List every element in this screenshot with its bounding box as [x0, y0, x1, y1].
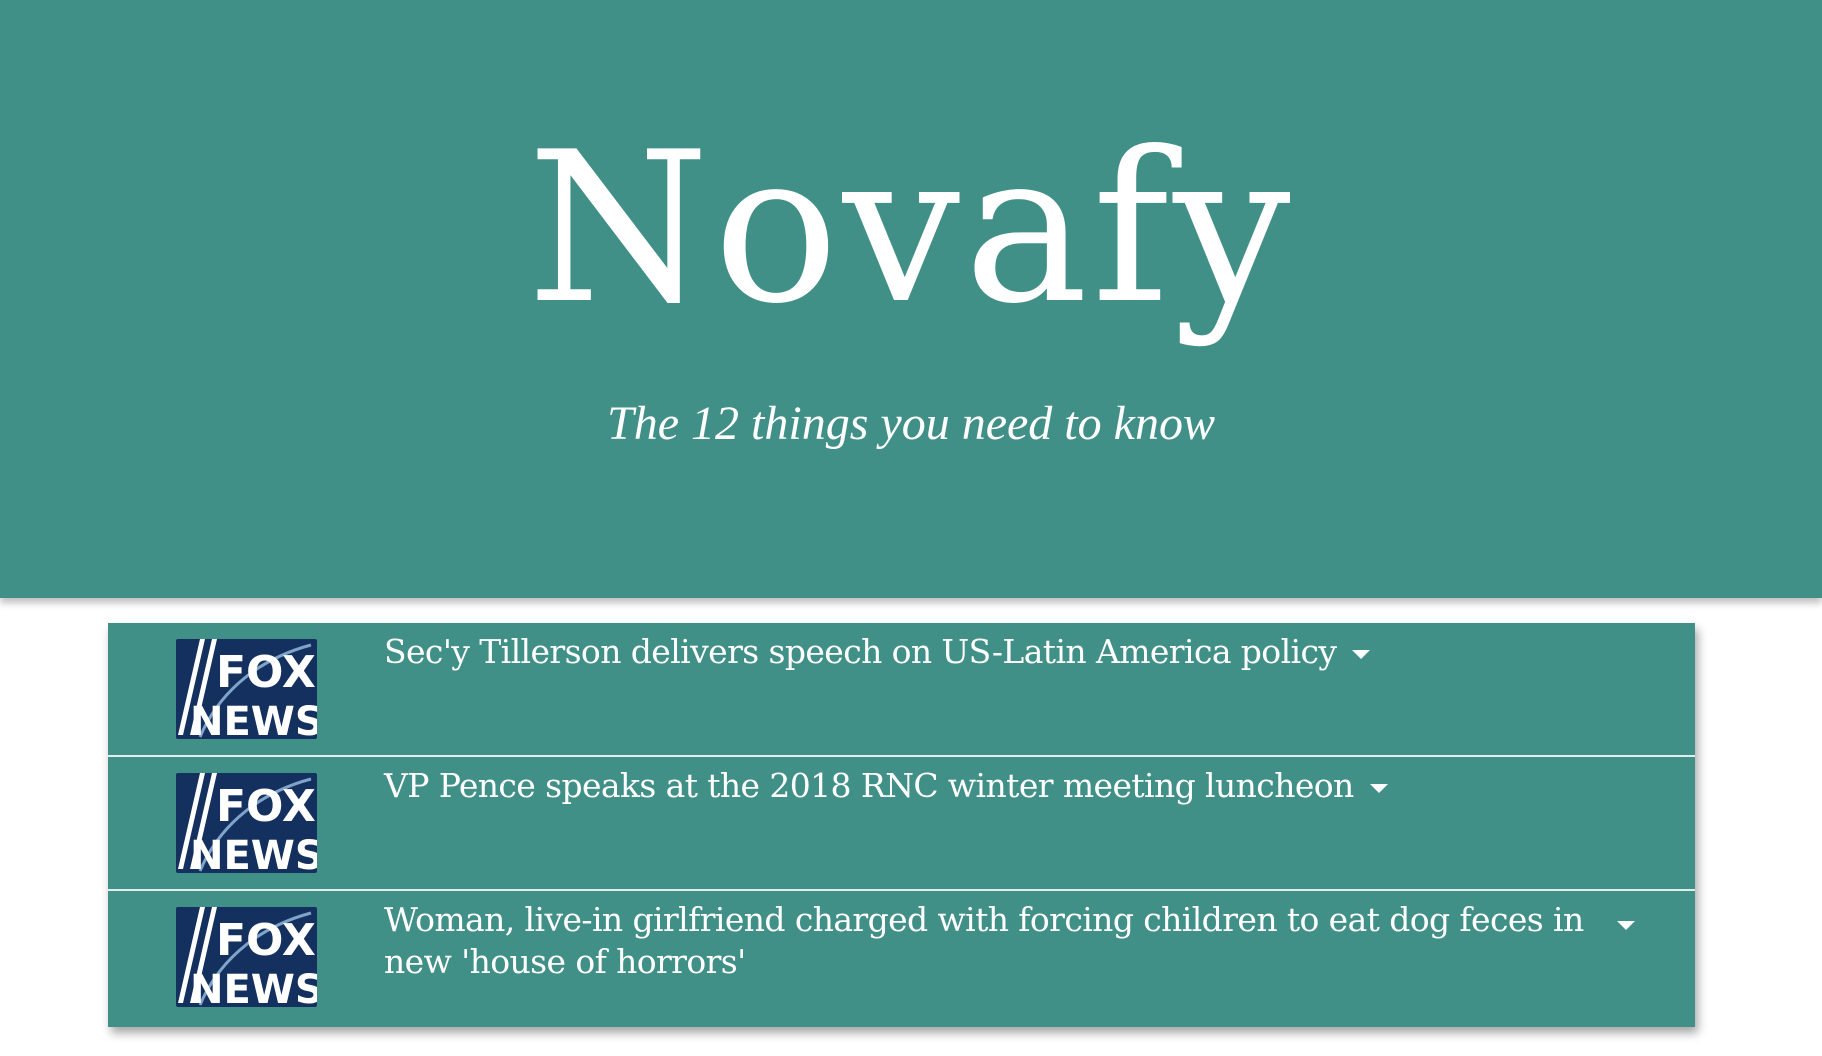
caret-down-icon[interactable] [1352, 649, 1371, 659]
logo-text-fox: FOX [216, 781, 316, 832]
logo-text-news: NEWS [190, 967, 317, 1007]
caret-down-icon[interactable] [1369, 783, 1388, 793]
story-headline[interactable]: VP Pence speaks at the 2018 RNC winter m… [384, 765, 1564, 807]
logo-text-fox: FOX [216, 647, 316, 698]
story-headline-text[interactable]: VP Pence speaks at the 2018 RNC winter m… [384, 766, 1354, 805]
fox-news-logo: FOX NEWS [176, 639, 317, 739]
fox-news-logo: FOX NEWS [176, 907, 317, 1007]
news-feed: FOX NEWS Sec'y Tillerson delivers speech… [108, 623, 1695, 1027]
logo-text-news: NEWS [190, 699, 317, 739]
fox-news-logo: FOX NEWS [176, 773, 317, 873]
caret-down-icon[interactable] [1617, 921, 1635, 930]
hero-header: Novafy The 12 things you need to know [0, 0, 1822, 598]
brand-title: Novafy [527, 108, 1295, 350]
logo-text-news: NEWS [190, 833, 317, 873]
story-item[interactable]: FOX NEWS VP Pence speaks at the 2018 RNC… [108, 757, 1695, 891]
story-headline-text[interactable]: Sec'y Tillerson delivers speech on US-La… [384, 632, 1337, 671]
story-item[interactable]: FOX NEWS Woman, live-in girlfriend charg… [108, 891, 1695, 1027]
story-headline-text[interactable]: Woman, live-in girlfriend charged with f… [384, 900, 1584, 981]
story-headline[interactable]: Sec'y Tillerson delivers speech on US-La… [384, 631, 1564, 673]
tagline: The 12 things you need to know [607, 397, 1215, 450]
story-item[interactable]: FOX NEWS Sec'y Tillerson delivers speech… [108, 623, 1695, 757]
story-headline[interactable]: Woman, live-in girlfriend charged with f… [384, 899, 1614, 983]
logo-text-fox: FOX [216, 915, 316, 966]
